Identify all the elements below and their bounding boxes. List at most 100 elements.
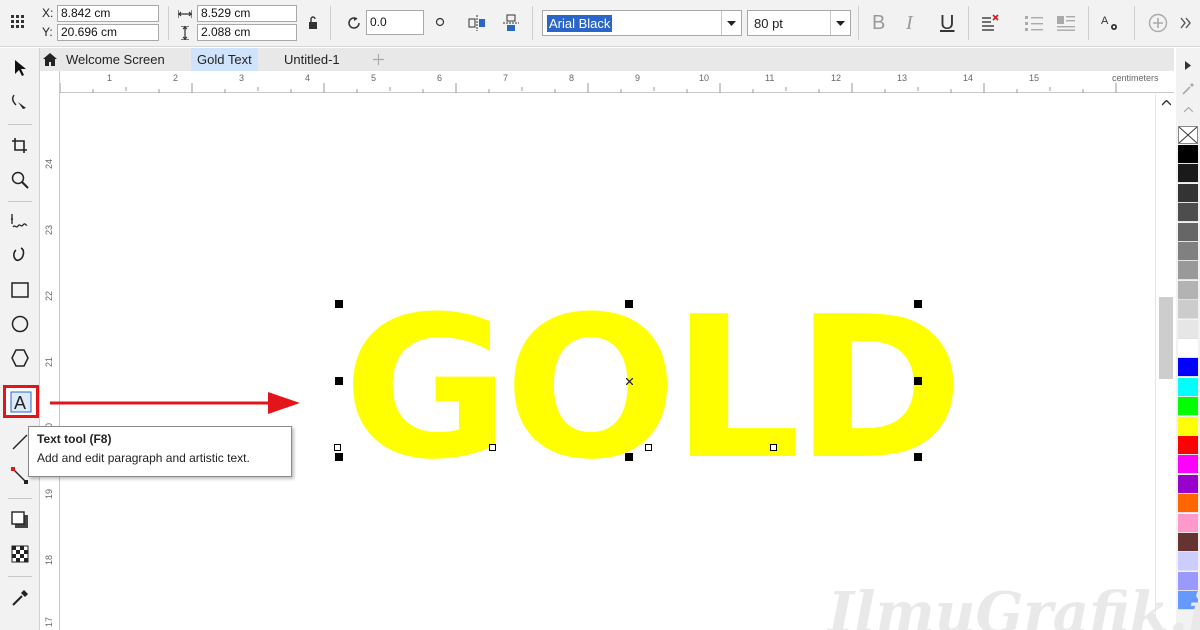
ruler-tick-label: 21: [44, 356, 54, 367]
chevron-down-icon[interactable]: [721, 11, 741, 35]
color-swatch[interactable]: [1178, 455, 1198, 474]
color-eyedropper-tool[interactable]: [6, 584, 34, 612]
palette-scroll-icon[interactable]: [1182, 58, 1194, 72]
color-swatch[interactable]: [1178, 261, 1198, 280]
drop-shadow-tool[interactable]: [6, 506, 34, 534]
new-tab-icon[interactable]: [370, 51, 386, 68]
more-options-icon[interactable]: [1176, 11, 1196, 35]
color-swatch[interactable]: [1178, 281, 1198, 300]
selection-handle[interactable]: [335, 453, 343, 461]
shape-tool[interactable]: [6, 88, 34, 116]
selection-handle[interactable]: [914, 453, 922, 461]
font-list-dropdown[interactable]: Arial Black: [542, 10, 742, 36]
home-icon[interactable]: [42, 51, 58, 68]
rotation-center-icon[interactable]: [432, 12, 448, 32]
no-color-swatch[interactable]: [1178, 126, 1198, 144]
tab-untitled-1[interactable]: Untitled-1: [278, 48, 346, 71]
color-swatch[interactable]: [1178, 145, 1198, 164]
character-node[interactable]: [489, 444, 496, 451]
separator: [8, 124, 32, 125]
tooltip-title: Text tool (F8): [37, 432, 112, 446]
lock-ratio-icon[interactable]: [305, 12, 321, 34]
color-swatch[interactable]: [1178, 203, 1198, 222]
selection-handle[interactable]: [625, 300, 633, 308]
polygon-tool[interactable]: [6, 344, 34, 372]
x-position-field[interactable]: 8.842 cm: [57, 5, 159, 22]
x-label: X:: [42, 6, 54, 20]
color-swatch[interactable]: [1178, 436, 1198, 455]
color-swatch[interactable]: [1178, 320, 1198, 339]
color-swatch[interactable]: [1178, 397, 1198, 416]
underline-button[interactable]: U: [940, 10, 954, 36]
height-field[interactable]: 2.088 cm: [197, 24, 297, 41]
chevron-down-icon[interactable]: [830, 11, 850, 35]
crop-tool[interactable]: [6, 132, 34, 160]
document-tab-bar: Welcome Screen Gold Text Untitled-1: [40, 48, 1174, 71]
chevron-up-icon[interactable]: [1182, 104, 1194, 116]
italic-button[interactable]: I: [906, 10, 913, 36]
bold-button[interactable]: B: [872, 10, 885, 36]
character-node[interactable]: [770, 444, 777, 451]
zoom-tool[interactable]: [6, 166, 34, 194]
mirror-horizontal-icon[interactable]: [466, 12, 488, 34]
color-swatch[interactable]: [1178, 164, 1198, 183]
ruler-tick-label: 6: [437, 73, 443, 83]
color-swatch[interactable]: [1178, 475, 1198, 494]
color-swatch[interactable]: [1178, 552, 1198, 571]
selection-handle[interactable]: [914, 377, 922, 385]
color-swatch[interactable]: [1178, 533, 1198, 552]
drop-cap-icon[interactable]: [1054, 11, 1078, 35]
rectangle-tool[interactable]: [6, 276, 34, 304]
color-swatch[interactable]: [1178, 514, 1198, 533]
ellipse-tool[interactable]: [6, 310, 34, 338]
add-icon[interactable]: [1146, 11, 1170, 35]
object-origin-icon[interactable]: [8, 11, 28, 33]
vertical-scrollbar[interactable]: [1155, 94, 1174, 630]
text-tool[interactable]: A: [3, 385, 39, 418]
character-node[interactable]: [334, 444, 341, 451]
separator: [532, 6, 533, 40]
pick-tool[interactable]: [6, 54, 34, 82]
text-align-icon[interactable]: [978, 11, 1002, 35]
color-swatch[interactable]: [1178, 494, 1198, 513]
tab-welcome-screen[interactable]: Welcome Screen: [60, 48, 171, 71]
selection-handle[interactable]: [625, 453, 633, 461]
eyedropper-icon[interactable]: [1180, 80, 1196, 96]
y-position-field[interactable]: 20.696 cm: [57, 24, 159, 41]
color-swatch[interactable]: [1178, 184, 1198, 203]
character-node[interactable]: [645, 444, 652, 451]
mirror-vertical-icon[interactable]: [500, 12, 522, 34]
color-swatch[interactable]: [1178, 300, 1198, 319]
scroll-thumb[interactable]: [1159, 297, 1173, 379]
color-swatch[interactable]: [1178, 358, 1198, 377]
ruler-tick-label: 8: [569, 73, 575, 83]
color-swatch[interactable]: [1178, 223, 1198, 242]
text-properties-icon[interactable]: A: [1098, 11, 1122, 35]
watermark-logo: IlmuGrafik.id: [828, 580, 1200, 630]
horizontal-ruler[interactable]: 1 2 3 4 5 6 7 8 9 10 11 12 13 14 15 cent…: [40, 71, 1174, 93]
color-swatch[interactable]: [1178, 378, 1198, 397]
freehand-tool[interactable]: [6, 208, 34, 236]
tab-gold-text[interactable]: Gold Text: [191, 48, 258, 71]
width-field[interactable]: 8.529 cm: [197, 5, 297, 22]
bullet-list-icon[interactable]: [1022, 11, 1046, 35]
color-swatch[interactable]: [1178, 417, 1198, 436]
red-arrow-annotation: [50, 392, 300, 414]
selection-handle[interactable]: [335, 300, 343, 308]
separator: [1134, 6, 1135, 40]
color-palette: [1176, 48, 1200, 630]
scroll-up-icon[interactable]: [1160, 96, 1172, 110]
toolbox: A: [0, 48, 40, 630]
artistic-media-tool[interactable]: [6, 242, 34, 270]
font-size-dropdown[interactable]: 80 pt: [747, 10, 851, 36]
height-icon: [176, 24, 194, 41]
ruler-tick-label: 14: [963, 73, 974, 83]
artistic-text-gold[interactable]: GOLD: [343, 291, 964, 487]
rotation-field[interactable]: 0.0: [366, 10, 424, 35]
selection-handle[interactable]: [914, 300, 922, 308]
transparency-tool[interactable]: [6, 540, 34, 568]
selection-handle[interactable]: [335, 377, 343, 385]
vertical-ruler[interactable]: 24 23 22 21 20 19 18 17: [40, 71, 60, 630]
color-swatch[interactable]: [1178, 339, 1198, 358]
color-swatch[interactable]: [1178, 242, 1198, 261]
